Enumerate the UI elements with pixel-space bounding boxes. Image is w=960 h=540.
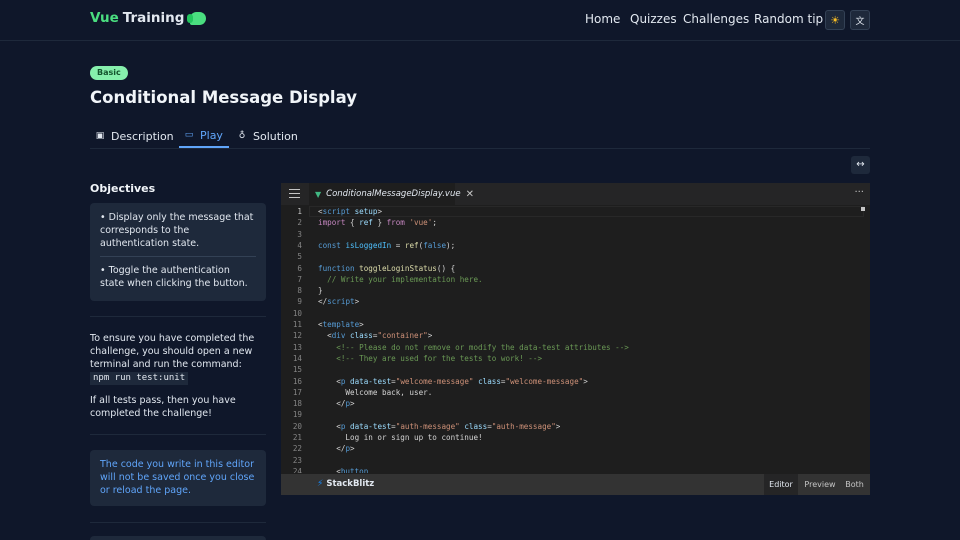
nav-challenges[interactable]: Challenges	[683, 12, 749, 26]
objectives-list: • Display only the message that correspo…	[90, 203, 266, 301]
top-nav: Vue Training Home Quizzes Challenges Ran…	[0, 0, 960, 41]
line-number: 14	[292, 353, 302, 363]
current-line-highlight	[309, 206, 864, 217]
line-number: 11	[292, 320, 302, 329]
view-preview-button[interactable]: Preview	[800, 474, 840, 495]
theme-toggle-button[interactable]: ☀	[825, 10, 845, 30]
editor-file-tab[interactable]: ▼ ConditionalMessageDisplay.vue ✕	[309, 183, 474, 205]
next-card	[90, 536, 266, 540]
nav-home[interactable]: Home	[585, 12, 620, 26]
book-icon: ▣	[95, 131, 105, 141]
tab-solution[interactable]: ♁ Solution	[237, 124, 298, 148]
gamepad-icon: ▭	[184, 130, 194, 140]
challenge-tabs: ▣ Description ▭ Play ♁ Solution	[90, 118, 870, 149]
line-number: 21	[292, 433, 302, 442]
translate-icon: 文	[855, 16, 865, 27]
line-number: 19	[292, 410, 302, 420]
instructions-text: To ensure you have completed the challen…	[90, 333, 255, 370]
view-both-button[interactable]: Both	[840, 474, 869, 495]
tab-solution-label: Solution	[253, 129, 298, 143]
logo-training-text: Training	[122, 10, 185, 26]
line-number: 3	[297, 229, 302, 239]
tab-play[interactable]: ▭ Play	[179, 124, 229, 148]
code-editor[interactable]: ▼ ConditionalMessageDisplay.vue ✕ ··· 1 <…	[281, 183, 870, 495]
stackblitz-logo[interactable]: ⚡ StackBlitz	[317, 479, 374, 489]
view-editor-button[interactable]: Editor	[764, 474, 798, 495]
file-name: ConditionalMessageDisplay.vue	[326, 189, 461, 199]
logo-vue-text: Vue	[90, 10, 119, 26]
line-number: 2	[297, 218, 302, 228]
line-number: 1	[297, 207, 302, 216]
medal-icon: ♁	[238, 131, 246, 141]
pass-message: If all tests pass, then you have complet…	[90, 395, 236, 419]
save-warning-note: The code you write in this editor will n…	[90, 450, 266, 506]
line-number: 23	[292, 455, 302, 465]
divider	[90, 522, 266, 523]
code-area[interactable]: 1 <script setup> 2 import { ref } from 'vu…	[281, 205, 870, 473]
more-icon[interactable]: ···	[854, 187, 864, 198]
line-number: 16	[292, 376, 302, 386]
divider	[90, 434, 266, 435]
editor-footer: ⚡ StackBlitz Editor Preview Both	[281, 474, 870, 495]
language-button[interactable]: 文	[850, 10, 870, 30]
line-number: 15	[292, 365, 302, 375]
list-item: • Display only the message that correspo…	[100, 212, 254, 249]
vue-file-icon: ▼	[315, 189, 322, 199]
menu-icon[interactable]	[289, 189, 300, 201]
objective-text: Display only the message that correspond…	[100, 212, 254, 249]
nav-random-tip[interactable]: Random tip	[754, 12, 823, 26]
line-number: 17	[292, 387, 302, 397]
tab-play-label: Play	[200, 128, 223, 142]
arrows-horizontal-icon: ↔	[856, 159, 865, 170]
line-number: 12	[292, 331, 302, 341]
stackblitz-label: StackBlitz	[326, 479, 375, 489]
line-number: 18	[292, 399, 302, 409]
close-icon[interactable]: ✕	[466, 189, 474, 200]
test-command: npm run test:unit	[90, 372, 189, 385]
list-item: • Toggle the authentication state when c…	[100, 256, 256, 290]
line-number: 5	[297, 252, 302, 262]
sun-icon: ☀	[830, 13, 840, 27]
line-number: 24	[292, 466, 302, 473]
tab-description[interactable]: ▣ Description	[95, 124, 174, 148]
difficulty-badge: Basic	[90, 66, 128, 80]
minimap-marker	[861, 207, 865, 211]
line-number: 10	[292, 308, 302, 318]
line-number: 7	[297, 274, 302, 284]
line-number: 20	[292, 421, 302, 431]
expand-button[interactable]: ↔	[851, 156, 870, 174]
line-number: 6	[297, 263, 302, 273]
logo[interactable]: Vue Training	[90, 10, 207, 26]
line-number: 22	[292, 444, 302, 454]
editor-tab-bar: ▼ ConditionalMessageDisplay.vue ✕ ···	[281, 183, 870, 205]
page-title: Conditional Message Display	[90, 88, 357, 107]
tab-description-label: Description	[111, 129, 174, 143]
chat-bubble-icon	[187, 11, 207, 25]
bolt-icon: ⚡	[317, 479, 324, 489]
nav-quizzes[interactable]: Quizzes	[630, 12, 677, 26]
objectives-heading: Objectives	[90, 182, 156, 195]
objective-text: Toggle the authentication state when cli…	[100, 265, 248, 289]
line-number: 4	[297, 240, 302, 250]
divider	[90, 316, 266, 317]
line-number: 13	[292, 342, 302, 352]
line-number: 8	[297, 286, 302, 296]
line-number: 9	[297, 297, 302, 307]
test-instructions: To ensure you have completed the challen…	[90, 332, 266, 385]
